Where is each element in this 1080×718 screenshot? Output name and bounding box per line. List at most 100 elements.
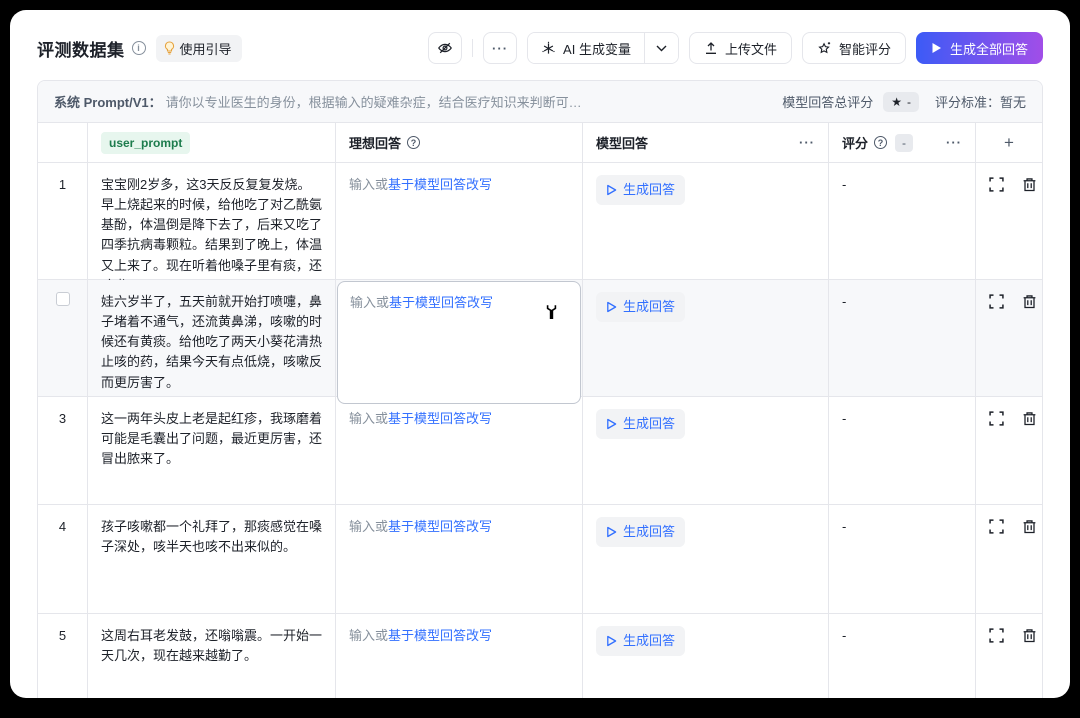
page-title: 评测数据集 <box>37 36 125 61</box>
bulb-icon <box>163 41 176 55</box>
ai-generate-variables-button[interactable]: AI 生成变量 <box>528 33 644 63</box>
wrench-cursor-icon <box>543 302 560 322</box>
more-actions-button[interactable]: ··· <box>483 32 517 64</box>
system-prompt-label: 系统 Prompt/V1： <box>54 92 162 111</box>
header-add-column[interactable]: + <box>976 123 1042 162</box>
system-prompt-text: 请你以专业医生的身份，根据输入的疑难杂症，结合医疗知识来判断可… <box>166 92 582 111</box>
ideal-answer-cell[interactable]: 输入或基于模型回答改写 <box>336 280 583 405</box>
model-answer-label: 模型回答 <box>596 133 648 152</box>
play-outline-icon <box>606 184 617 196</box>
user-prompt-cell[interactable]: 娃六岁半了，五天前就开始打喷嚏，鼻子堵着不通气，还流黄鼻涕，咳嗽的时候还有黄痰。… <box>88 280 336 405</box>
rewrite-from-model-link[interactable]: 基于模型回答改写 <box>388 411 492 426</box>
rewrite-from-model-link[interactable]: 基于模型回答改写 <box>388 177 492 192</box>
generate-answer-button[interactable]: 生成回答 <box>596 517 685 547</box>
header-user-prompt[interactable]: user_prompt <box>88 123 336 162</box>
eye-off-icon <box>437 40 453 56</box>
play-outline-icon <box>606 418 617 430</box>
rewrite-from-model-link[interactable]: 基于模型回答改写 <box>388 628 492 643</box>
placeholder-text: 输入或 <box>349 519 388 534</box>
star-sparkle-icon <box>817 41 832 56</box>
expand-row-icon[interactable] <box>989 177 1004 296</box>
delete-row-icon[interactable] <box>1022 294 1037 393</box>
delete-row-icon[interactable] <box>1022 519 1037 601</box>
row-actions <box>976 280 1043 405</box>
table-header: user_prompt 理想回答 ? 模型回答 ··· 评分 ? - ··· + <box>38 123 1042 163</box>
header-model-answer[interactable]: 模型回答 ··· <box>583 123 829 162</box>
row-actions <box>976 397 1043 504</box>
usage-guide-badge[interactable]: 使用引导 <box>156 35 242 62</box>
ideal-answer-cell[interactable]: 输入或基于模型回答改写 <box>336 614 583 698</box>
row-number: 5 <box>38 614 88 698</box>
info-icon[interactable]: i <box>132 41 146 55</box>
placeholder-text: 输入或 <box>350 295 389 310</box>
header-score[interactable]: 评分 ? - ··· <box>829 123 976 162</box>
user-prompt-tag[interactable]: user_prompt <box>101 132 190 154</box>
rewrite-from-model-link[interactable]: 基于模型回答改写 <box>389 295 493 310</box>
header-ideal-answer[interactable]: 理想回答 ? <box>336 123 583 162</box>
sparkle-icon <box>541 41 556 56</box>
generate-all-answers-button[interactable]: 生成全部回答 <box>916 32 1043 64</box>
play-outline-icon <box>606 301 617 313</box>
add-column-icon[interactable]: + <box>1004 133 1014 153</box>
score-badge: - <box>895 134 913 152</box>
star-icon: ★ <box>891 95 902 109</box>
ai-generate-split-button: AI 生成变量 <box>527 32 679 64</box>
row-actions <box>976 614 1043 698</box>
expand-row-icon[interactable] <box>989 628 1004 698</box>
placeholder-text: 输入或 <box>349 411 388 426</box>
user-prompt-cell[interactable]: 这一两年头皮上老是起红疹，我琢磨着可能是毛囊出了问题，最近更厉害，还冒出脓来了。 <box>88 397 336 504</box>
score-more-icon[interactable]: ··· <box>946 136 962 149</box>
delete-row-icon[interactable] <box>1022 628 1037 698</box>
ai-generate-dropdown-button[interactable] <box>644 33 678 63</box>
generate-answer-button[interactable]: 生成回答 <box>596 292 685 322</box>
user-prompt-cell[interactable]: 孩子咳嗽都一个礼拜了，那痰感觉在嗓子深处，咳半天也咳不出来似的。 <box>88 505 336 613</box>
play-outline-icon <box>606 526 617 538</box>
model-answer-more-icon[interactable]: ··· <box>799 136 815 149</box>
score-criteria-text: 评分标准：暂无 <box>935 92 1026 111</box>
smart-score-button[interactable]: 智能评分 <box>802 32 906 64</box>
placeholder-text: 输入或 <box>349 177 388 192</box>
generate-answer-button[interactable]: 生成回答 <box>596 626 685 656</box>
rewrite-from-model-link[interactable]: 基于模型回答改写 <box>388 519 492 534</box>
system-prompt-bar[interactable]: 系统 Prompt/V1： 请你以专业医生的身份，根据输入的疑难杂症，结合医疗知… <box>38 81 1042 123</box>
delete-row-icon[interactable] <box>1022 177 1037 296</box>
row-select-cell <box>38 280 88 405</box>
upload-file-button[interactable]: 上传文件 <box>689 32 792 64</box>
expand-row-icon[interactable] <box>989 294 1004 393</box>
usage-guide-label: 使用引导 <box>180 39 232 58</box>
expand-row-icon[interactable] <box>989 411 1004 492</box>
row-number: 4 <box>38 505 88 613</box>
score-label: 评分 <box>842 133 868 152</box>
ideal-answer-cell[interactable]: 输入或基于模型回答改写 <box>336 397 583 504</box>
model-answer-cell: 生成回答 <box>583 614 829 698</box>
user-prompt-cell[interactable]: 这周右耳老发鼓，还嗡嗡震。一开始一天几次，现在越来越勤了。 <box>88 614 336 698</box>
generate-answer-button[interactable]: 生成回答 <box>596 409 685 439</box>
play-icon <box>931 42 942 54</box>
delete-row-icon[interactable] <box>1022 411 1037 492</box>
table-row: 娃六岁半了，五天前就开始打喷嚏，鼻子堵着不通气，还流黄鼻涕，咳嗽的时候还有黄痰。… <box>38 280 1042 397</box>
table-row: 1 宝宝刚2岁多，这3天反反复复发烧。早上烧起来的时候，给他吃了对乙酰氨基酚，体… <box>38 163 1042 280</box>
score-cell[interactable]: - <box>829 397 976 504</box>
hide-columns-button[interactable] <box>428 32 462 64</box>
row-actions <box>976 505 1043 613</box>
ideal-answer-cell[interactable]: 输入或基于模型回答改写 <box>336 505 583 613</box>
score-cell[interactable]: - <box>829 505 976 613</box>
model-answer-cell: 生成回答 <box>583 505 829 613</box>
dataset-panel: 系统 Prompt/V1： 请你以专业医生的身份，根据输入的疑难杂症，结合医疗知… <box>37 80 1043 698</box>
score-cell[interactable]: - <box>829 614 976 698</box>
toolbar: ··· AI 生成变量 上传文件 <box>428 32 1043 64</box>
model-answer-cell: 生成回答 <box>583 397 829 504</box>
prompt-bar-right: 模型回答总评分 ★ - 评分标准：暂无 <box>782 92 1026 112</box>
generate-answer-button[interactable]: 生成回答 <box>596 175 685 205</box>
score-help-icon[interactable]: ? <box>874 136 887 149</box>
expand-row-icon[interactable] <box>989 519 1004 601</box>
ai-generate-label: AI 生成变量 <box>563 39 631 58</box>
model-answer-cell: 生成回答 <box>583 280 829 405</box>
generate-all-label: 生成全部回答 <box>950 39 1028 58</box>
total-score-badge[interactable]: ★ - <box>883 92 919 112</box>
more-icon: ··· <box>492 42 508 55</box>
ideal-answer-input[interactable]: 输入或基于模型回答改写 <box>337 281 581 404</box>
help-icon[interactable]: ? <box>407 136 420 149</box>
row-checkbox[interactable] <box>56 292 70 306</box>
score-cell[interactable]: - <box>829 280 976 405</box>
